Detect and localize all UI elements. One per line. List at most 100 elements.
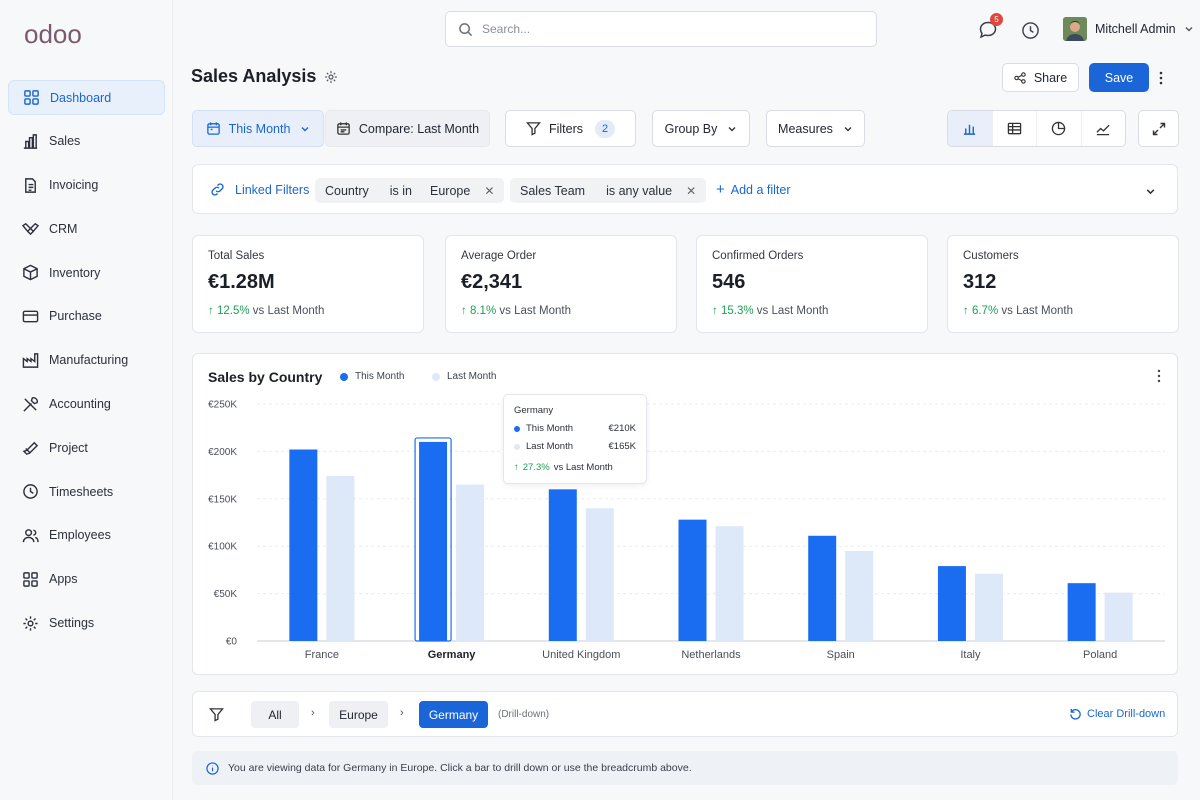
kebab-icon[interactable] [1157, 369, 1161, 383]
line-chart-view-button[interactable] [1082, 111, 1126, 146]
kpi-value: 546 [712, 271, 746, 293]
kpi-delta: ↑ 8.1% vs Last Month [461, 305, 661, 317]
bar-last-month-germany[interactable] [456, 484, 485, 641]
bar-this-month-spain[interactable] [808, 535, 837, 641]
chip-field: Country [325, 183, 369, 198]
search-box[interactable] [445, 11, 877, 47]
filter-chip-sales-team[interactable]: Sales Team is any value ✕ [510, 178, 707, 203]
bar-last-month-united-kingdom[interactable] [585, 508, 614, 641]
bar-this-month-italy[interactable] [937, 566, 966, 641]
breadcrumb-germany[interactable]: Germany [419, 701, 488, 728]
bar-this-month-poland[interactable] [1067, 583, 1096, 641]
y-tick-label: €250K [208, 400, 237, 411]
sidebar-item-manufacturing[interactable]: Manufacturing [8, 343, 165, 378]
sidebar-item-purchase[interactable]: Purchase [8, 299, 165, 334]
legend-item-last-month[interactable]: Last Month [432, 371, 496, 382]
linked-filters-link[interactable]: Linked Filters [235, 183, 309, 197]
period-label: This Month [228, 121, 291, 136]
measures-dropdown[interactable]: Measures [766, 110, 865, 147]
save-button[interactable]: Save [1089, 63, 1149, 92]
handshake-icon [21, 220, 39, 238]
table-icon [1007, 122, 1021, 135]
chip-operator: is in [389, 183, 413, 198]
sidebar-item-label: Accounting [49, 397, 111, 412]
bar-last-month-spain[interactable] [845, 550, 874, 641]
clear-drilldown-button[interactable]: Clear Drill-down [1069, 707, 1165, 720]
odoo-logo[interactable]: odoo [24, 18, 104, 52]
x-tick-label: United Kingdom [542, 649, 620, 661]
arrow-up-icon: ↑ [712, 305, 718, 317]
link-icon [211, 183, 224, 196]
kpi-delta-value: 8.1% [469, 305, 497, 317]
bar-chart-view-button[interactable] [948, 111, 993, 146]
messages-button[interactable]: 5 [975, 13, 1003, 43]
close-icon[interactable]: ✕ [484, 184, 494, 198]
info-text: You are viewing data for Germany in Euro… [228, 762, 692, 774]
sidebar-item-employees[interactable]: Employees [8, 518, 165, 553]
sidebar-item-sales[interactable]: Sales [8, 124, 165, 159]
filters-button[interactable]: Filters 2 [505, 110, 636, 147]
share-button[interactable]: Share [1002, 63, 1079, 92]
bar-this-month-germany[interactable] [419, 441, 448, 641]
main-content: 5 Mitchell Admin Sales Analysis Share Sa… [174, 0, 1200, 800]
sidebar-item-inventory[interactable]: Inventory [8, 255, 165, 290]
kpi-value: €1.28M [208, 271, 275, 293]
more-options-button[interactable] [1157, 66, 1173, 90]
kpi-label: Average Order [461, 250, 537, 262]
compare-button[interactable]: Compare: Last Month [325, 110, 490, 147]
drilldown-note: (Drill-down) [498, 709, 550, 720]
bar-this-month-united-kingdom[interactable] [548, 489, 577, 641]
pie-chart-icon [1052, 121, 1066, 136]
fullscreen-button[interactable] [1138, 110, 1179, 147]
add-filter-button[interactable]: + Add a filter [716, 182, 791, 197]
bar-last-month-netherlands[interactable] [715, 526, 744, 641]
activity-button[interactable] [1017, 17, 1043, 43]
chevron-right-icon: › [400, 707, 404, 719]
sidebar-item-invoicing[interactable]: Invoicing [8, 168, 165, 203]
pivot-view-button[interactable] [993, 111, 1037, 146]
user-menu[interactable]: Mitchell Admin [1063, 17, 1194, 41]
pie-chart-view-button[interactable] [1037, 111, 1082, 146]
sidebar-item-project[interactable]: Project [8, 430, 165, 465]
legend-item-this-month[interactable]: This Month [340, 371, 404, 382]
arrow-up-icon: ↑ [461, 305, 467, 317]
gear-icon[interactable] [324, 70, 338, 84]
chevron-down-icon[interactable] [1145, 186, 1156, 197]
filter-icon [525, 122, 541, 136]
bar-this-month-france[interactable] [289, 449, 318, 641]
page-title: Sales Analysis [191, 66, 317, 86]
bar-last-month-poland[interactable] [1104, 592, 1133, 641]
sidebar-item-apps[interactable]: Apps [8, 562, 165, 597]
bar-last-month-france[interactable] [326, 476, 355, 641]
close-icon[interactable]: ✕ [686, 184, 696, 198]
tooltip-delta: ↑ 27.3% vs Last Month [514, 462, 636, 473]
sidebar-item-accounting[interactable]: Accounting [8, 387, 165, 422]
bar-last-month-italy[interactable] [974, 573, 1003, 641]
kpi-delta: ↑ 15.3% vs Last Month [712, 305, 912, 317]
breadcrumb-europe[interactable]: Europe [329, 701, 388, 728]
sidebar-item-timesheets[interactable]: Timesheets [8, 474, 165, 509]
tooltip-value: €165K [608, 441, 636, 452]
y-tick-label: €0 [226, 637, 238, 648]
sidebar-item-crm[interactable]: CRM [8, 211, 165, 246]
sidebar-item-settings[interactable]: Settings [8, 606, 165, 641]
breadcrumb-all[interactable]: All [251, 701, 299, 728]
kpi-value: 312 [963, 271, 997, 293]
group-by-dropdown[interactable]: Group By [652, 110, 750, 147]
sidebar-item-dashboard[interactable]: Dashboard [8, 80, 165, 115]
kpi-card-confirmed-orders[interactable]: Confirmed Orders 546 ↑ 15.3% vs Last Mon… [696, 235, 928, 333]
search-input[interactable] [482, 22, 862, 36]
chip-operator: is any value [606, 183, 673, 198]
chart-title: Sales by Country [208, 369, 323, 385]
kpi-card-total-sales[interactable]: Total Sales €1.28M ↑ 12.5% vs Last Month [192, 235, 424, 333]
x-tick-label: Germany [428, 649, 477, 661]
calendar-compare-icon [337, 122, 350, 135]
clock-icon [21, 483, 39, 501]
kpi-card-customers[interactable]: Customers 312 ↑ 6.7% vs Last Month [947, 235, 1179, 333]
filter-chip-country[interactable]: Country is in Europe ✕ [315, 178, 505, 203]
chart-card: €0 €50K €100K €150K €200K €250K France Germany U… [192, 353, 1178, 675]
bar-this-month-netherlands[interactable] [678, 519, 707, 641]
share-icon [1014, 71, 1026, 84]
period-dropdown[interactable]: This Month [192, 110, 324, 147]
kpi-card-average-order[interactable]: Average Order €2,341 ↑ 8.1% vs Last Mont… [445, 235, 677, 333]
